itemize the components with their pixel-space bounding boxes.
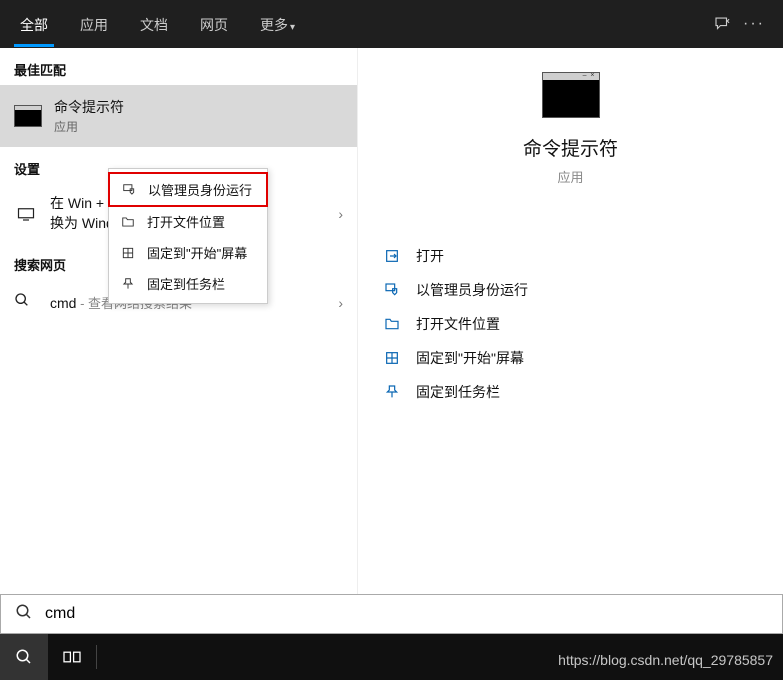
more-options-icon[interactable]: ··· (743, 13, 765, 35)
search-icon (14, 292, 38, 313)
taskbar: https://blog.csdn.net/qq_29785857 (0, 634, 783, 680)
tab-docs[interactable]: 文档 (124, 1, 184, 47)
ctx-pin-start[interactable]: 固定到"开始"屏幕 (109, 237, 267, 268)
best-match-title: 命令提示符 (54, 97, 124, 117)
setting-text-line1: 在 Win + (50, 195, 104, 211)
pin-taskbar-icon (119, 277, 137, 291)
pin-taskbar-icon (382, 384, 402, 400)
context-menu: 以管理员身份运行 打开文件位置 固定到"开始"屏幕 固定到任务栏 (108, 168, 268, 304)
feedback-icon[interactable] (711, 13, 733, 35)
monitor-icon (14, 207, 38, 221)
search-bar[interactable] (0, 594, 783, 634)
preview-subtitle: 应用 (378, 167, 763, 186)
tab-more[interactable]: 更多▾ (244, 1, 311, 47)
folder-icon (382, 316, 402, 332)
action-run-admin[interactable]: 以管理员身份运行 (382, 280, 763, 300)
ctx-pin-taskbar[interactable]: 固定到任务栏 (109, 268, 267, 299)
preview-title: 命令提示符 (378, 134, 763, 161)
chevron-down-icon: ▾ (290, 22, 295, 33)
section-best-match: 最佳匹配 (0, 48, 357, 85)
folder-icon (119, 215, 137, 229)
tab-all[interactable]: 全部 (4, 1, 64, 47)
setting-text-line2: 换为 Wind (50, 215, 114, 231)
taskbar-search-button[interactable] (0, 634, 48, 680)
search-icon (15, 603, 33, 626)
taskbar-taskview-button[interactable] (48, 634, 96, 680)
cmd-app-icon (14, 105, 42, 127)
pin-start-icon (119, 246, 137, 260)
tab-apps[interactable]: 应用 (64, 1, 124, 47)
action-open-location[interactable]: 打开文件位置 (382, 314, 763, 334)
preview-app-icon (542, 72, 600, 118)
preview-panel: 命令提示符 应用 打开 以管理员身份运行 打开文件位置 固定到"开始"屏幕 (357, 48, 783, 594)
watermark-text: https://blog.csdn.net/qq_29785857 (558, 652, 773, 668)
shield-icon (120, 183, 138, 197)
best-match-item[interactable]: 命令提示符 应用 (0, 85, 357, 147)
open-icon (382, 248, 402, 264)
search-input[interactable] (45, 605, 768, 623)
pin-start-icon (382, 350, 402, 366)
ctx-run-admin[interactable]: 以管理员身份运行 (108, 172, 268, 207)
action-pin-start[interactable]: 固定到"开始"屏幕 (382, 348, 763, 368)
shield-icon (382, 282, 402, 298)
action-open[interactable]: 打开 (382, 246, 763, 266)
chevron-right-icon: › (338, 206, 343, 222)
results-panel: 最佳匹配 命令提示符 应用 设置 在 Win + 换为 Wind › 搜索网页 (0, 48, 357, 594)
web-query-text: cmd (50, 295, 76, 311)
chevron-right-icon: › (338, 295, 343, 311)
taskbar-separator (96, 645, 97, 669)
best-match-subtitle: 应用 (54, 118, 124, 135)
ctx-open-location[interactable]: 打开文件位置 (109, 206, 267, 237)
tab-web[interactable]: 网页 (184, 1, 244, 47)
top-tab-bar: 全部 应用 文档 网页 更多▾ ··· (0, 0, 783, 48)
action-pin-taskbar[interactable]: 固定到任务栏 (382, 382, 763, 402)
